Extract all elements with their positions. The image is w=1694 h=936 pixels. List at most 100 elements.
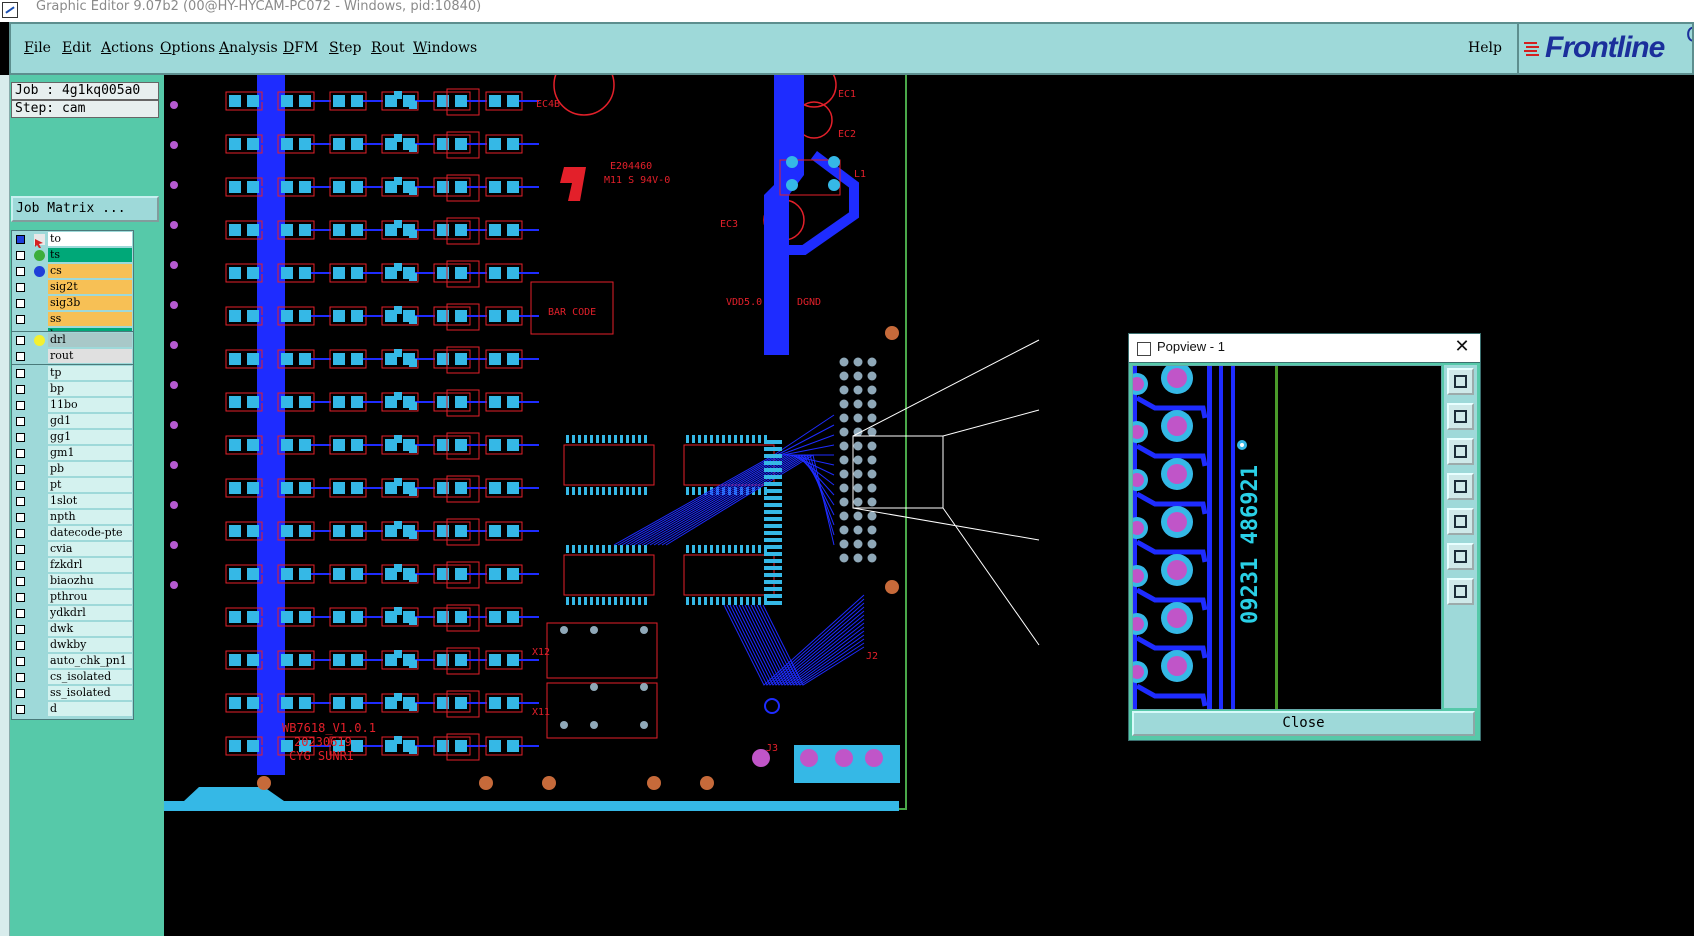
layer-checkbox[interactable] [16,609,25,618]
layer-checkbox[interactable] [16,497,25,506]
pan-right-icon[interactable] [1447,508,1474,535]
menu-edit[interactable]: Edit [62,40,91,56]
layer-checkbox[interactable] [16,657,25,666]
layer-checkbox[interactable] [16,625,25,634]
menu-file[interactable]: File [24,40,51,56]
layer-name[interactable]: npth [48,510,132,524]
close-button[interactable]: Close [1132,711,1475,736]
layer-row-cs[interactable]: cs [13,264,132,279]
layer-checkbox[interactable] [16,449,25,458]
layer-row-11bo[interactable]: 11bo [13,398,132,413]
layer-name[interactable]: rout [48,349,132,363]
menu-options[interactable]: Options [160,40,215,56]
layer-checkbox[interactable] [16,705,25,714]
layer-row-npth[interactable]: npth [13,510,132,525]
layer-name[interactable]: sig2t [48,280,132,294]
layer-row-auto_chk_pn1[interactable]: auto_chk_pn1 [13,654,132,669]
layer-name[interactable]: tp [48,366,132,380]
layer-checkbox[interactable] [16,385,25,394]
layer-row-d[interactable]: d [13,702,132,717]
layer-name[interactable]: dwkby [48,638,132,652]
layer-name[interactable]: bp [48,382,132,396]
layer-name[interactable]: datecode-pte [48,526,132,540]
layer-name[interactable]: fzkdrl [48,558,132,572]
layer-checkbox[interactable] [16,689,25,698]
pan-up-icon[interactable] [1447,403,1474,430]
layer-checkbox[interactable] [16,315,25,324]
layer-name[interactable]: dwk [48,622,132,636]
layer-checkbox[interactable] [16,352,25,361]
layer-name[interactable]: pthrou [48,590,132,604]
layer-row-rout[interactable]: rout [13,349,132,364]
layer-checkbox[interactable] [16,545,25,554]
layer-row-ydkdrl[interactable]: ydkdrl [13,606,132,621]
layer-checkbox[interactable] [16,251,25,260]
layer-checkbox[interactable] [16,283,25,292]
layer-name[interactable]: cs [48,264,132,278]
layer-row-fzkdrl[interactable]: fzkdrl [13,558,132,573]
layer-name[interactable]: pb [48,462,132,476]
layer-checkbox[interactable] [16,593,25,602]
zoom-in-icon[interactable] [1447,578,1474,605]
layer-row-cs_isolated[interactable]: cs_isolated [13,670,132,685]
pan-left-icon[interactable] [1447,473,1474,500]
layer-name[interactable]: gd1 [48,414,132,428]
popview-zoom-view[interactable]: 09231 486921 [1132,365,1442,710]
layer-checkbox[interactable] [16,529,25,538]
layer-row-to[interactable]: to [13,232,132,248]
layer-checkbox[interactable] [16,641,25,650]
layer-row-bp[interactable]: bp [13,382,132,397]
layer-name[interactable]: d [48,702,132,716]
layer-row-ss_isolated[interactable]: ss_isolated [13,686,132,701]
layer-name[interactable]: gm1 [48,446,132,460]
layer-name[interactable]: drl [48,333,132,347]
layer-name[interactable]: 11bo [48,398,132,412]
layer-row-dwkby[interactable]: dwkby [13,638,132,653]
layer-checkbox[interactable] [16,481,25,490]
layer-row-ss[interactable]: ss [13,312,132,327]
layer-row-sig2t[interactable]: sig2t [13,280,132,295]
layer-row-pb[interactable]: pb [13,462,132,477]
layer-checkbox[interactable] [16,433,25,442]
layer-row-cvia[interactable]: cvia [13,542,132,557]
layer-checkbox[interactable] [16,369,25,378]
layer-checkbox[interactable] [16,561,25,570]
layer-name[interactable]: cs_isolated [48,670,132,684]
layer-name[interactable]: to [48,232,132,246]
layer-row-gm1[interactable]: gm1 [13,446,132,461]
job-matrix-button[interactable]: Job Matrix ... [11,196,159,222]
layer-name[interactable]: auto_chk_pn1 [48,654,132,668]
layer-row-sig3b[interactable]: sig3b [13,296,132,311]
layer-row-dwk[interactable]: dwk [13,622,132,637]
layer-checkbox[interactable] [16,577,25,586]
layer-checkbox[interactable] [16,336,25,345]
pan-down-icon[interactable] [1447,438,1474,465]
layer-checkbox[interactable] [16,417,25,426]
layer-checkbox[interactable] [16,235,25,244]
layer-name[interactable]: cvia [48,542,132,556]
menu-analysis[interactable]: Analysis [219,40,278,56]
menu-rout[interactable]: Rout [371,40,405,56]
menu-actions[interactable]: Actions [101,40,154,56]
layer-name[interactable]: ydkdrl [48,606,132,620]
layer-name[interactable]: ss [48,312,132,326]
layer-row-pt[interactable]: pt [13,478,132,493]
layer-row-biaozhu[interactable]: biaozhu [13,574,132,589]
layer-name[interactable]: pt [48,478,132,492]
layer-name[interactable]: biaozhu [48,574,132,588]
layer-row-ts[interactable]: ts [13,248,132,263]
layer-checkbox[interactable] [16,401,25,410]
menu-step[interactable]: Step [329,40,361,56]
layer-row-gd1[interactable]: gd1 [13,414,132,429]
layer-name[interactable]: ss_isolated [48,686,132,700]
layer-row-pthrou[interactable]: pthrou [13,590,132,605]
layer-row-1slot[interactable]: 1slot [13,494,132,509]
zoom-fit-icon[interactable] [1447,368,1474,395]
layer-name[interactable]: ts [48,248,132,262]
layer-checkbox[interactable] [16,513,25,522]
zoom-out-icon[interactable] [1447,543,1474,570]
menu-dfm[interactable]: DFM [283,40,318,56]
layer-checkbox[interactable] [16,299,25,308]
layer-row-datecode-pte[interactable]: datecode-pte [13,526,132,541]
menu-windows[interactable]: Windows [413,40,477,56]
